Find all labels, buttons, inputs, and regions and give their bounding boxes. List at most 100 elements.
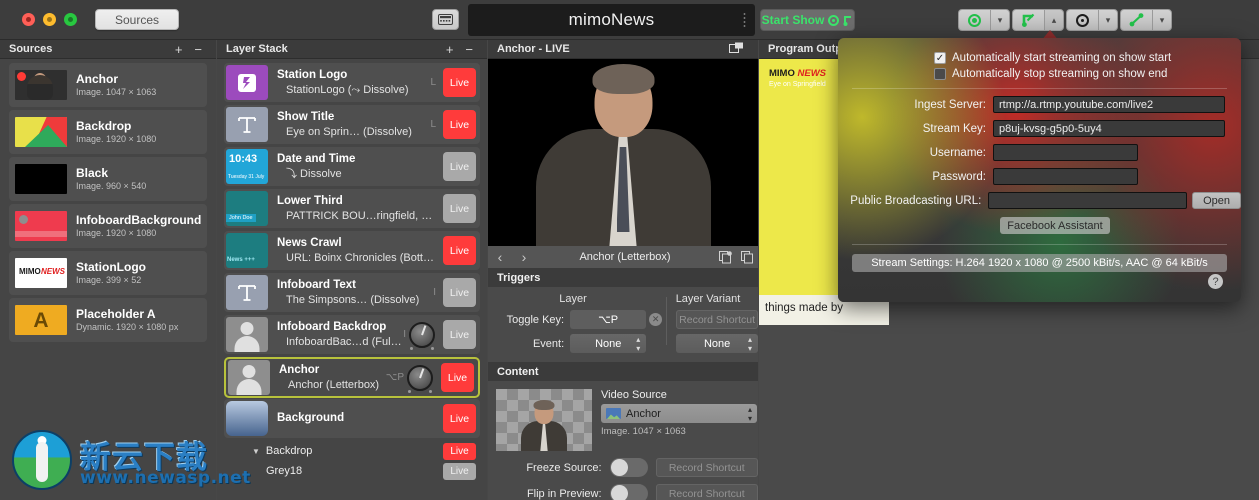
- layer-live-button[interactable]: Live: [443, 236, 476, 265]
- layer-row[interactable]: Show Title Eye on Sprin… (Dissolve) L Live: [224, 105, 480, 144]
- stream-settings-button[interactable]: Stream Settings: H.264 1920 x 1080 @ 250…: [852, 254, 1227, 272]
- layer-live-button[interactable]: Live: [443, 278, 476, 307]
- variant-record-shortcut-button[interactable]: Record Shortcut: [676, 310, 758, 329]
- video-source-meta: Image. 1047 × 1063: [601, 426, 686, 437]
- source-row[interactable]: Backdrop Image. 1920 × 1080: [9, 110, 207, 154]
- flip-preview-toggle[interactable]: [609, 484, 648, 500]
- password-input[interactable]: [993, 168, 1138, 185]
- add-layer-button[interactable]: +: [446, 42, 454, 57]
- layer-row[interactable]: Background Live: [224, 399, 480, 438]
- freeze-record-shortcut-button[interactable]: Record Shortcut: [655, 458, 758, 477]
- stream-button[interactable]: [1012, 9, 1044, 31]
- anchor-inspector-panel: ‹ › Anchor (Letterbox) Triggers Layer La…: [488, 40, 758, 500]
- share-icon: [1129, 13, 1144, 27]
- anchor-header-label: Anchor - LIVE: [497, 43, 570, 55]
- share-dropdown-arrow[interactable]: ▾: [1152, 9, 1172, 31]
- add-source-button[interactable]: +: [175, 42, 183, 57]
- public-url-label: Public Broadcasting URL:: [850, 194, 982, 207]
- layer-row[interactable]: 10:43 Tuesday 31 July Date and Time ⤵ Disso…: [224, 147, 480, 186]
- layer-live-button[interactable]: Live: [443, 404, 476, 433]
- layer-sub-live-button[interactable]: Live: [443, 442, 476, 460]
- minimize-button[interactable]: [43, 13, 56, 26]
- record-button[interactable]: [958, 9, 990, 31]
- start-show-label: Start Show: [761, 13, 825, 27]
- layer-opacity-knob[interactable]: [407, 364, 433, 393]
- ingest-server-input[interactable]: rtmp://a.rtmp.youtube.com/live2: [993, 96, 1225, 113]
- stream-key-input[interactable]: p8uj-kvsg-g5p0-5uy4: [993, 120, 1225, 137]
- sources-toggle-button[interactable]: Sources: [95, 9, 179, 30]
- add-variant-icon[interactable]: [714, 250, 736, 264]
- inspector-body: Triggers Layer Layer Variant Toggle Key:…: [488, 268, 758, 500]
- clear-icon[interactable]: ✕: [649, 313, 663, 326]
- facebook-assistant-button[interactable]: Facebook Assistant: [1000, 217, 1110, 234]
- layer-live-button[interactable]: Live: [443, 152, 476, 181]
- layer-stack-header: Layer Stack + −: [217, 40, 487, 59]
- layer-row[interactable]: Station Logo StationLogo (⤳ Dissolve) L Liv…: [224, 63, 480, 102]
- auto-start-checkbox[interactable]: ✓: [934, 52, 946, 64]
- event-variant-select[interactable]: None ▴ ▾: [676, 334, 758, 353]
- source-details: Image. 399 × 52: [76, 275, 142, 285]
- layer-stack-list[interactable]: Station Logo StationLogo (⤳ Dissolve) L Liv…: [217, 59, 487, 500]
- layer-live-button[interactable]: Live: [443, 320, 476, 349]
- video-source-thumbnail[interactable]: [496, 389, 592, 451]
- source-row[interactable]: Anchor Image. 1047 × 1063: [9, 63, 207, 107]
- anchor-preview[interactable]: [488, 59, 758, 246]
- layer-text: Anchor Anchor (Letterbox): [279, 363, 386, 393]
- record-dropdown-arrow[interactable]: ▾: [990, 9, 1010, 31]
- col-layer-label: Layer: [559, 293, 587, 305]
- share-button[interactable]: [1120, 9, 1152, 31]
- prev-variant-button[interactable]: ‹: [488, 249, 512, 265]
- layer-live-button[interactable]: Live: [441, 363, 474, 392]
- username-input[interactable]: [993, 144, 1138, 161]
- maximize-button[interactable]: [64, 13, 77, 26]
- program-tagline: Eye on Springfield: [769, 81, 826, 88]
- title-grip[interactable]: [743, 12, 746, 28]
- toggle-key-field[interactable]: ⌥P ✕: [570, 310, 663, 329]
- layer-sub-row[interactable]: Grey18 Live: [224, 461, 480, 481]
- source-row[interactable]: InfoboardBackground Image. 1920 × 1080: [9, 204, 207, 248]
- ingest-server-row: Ingest Server: rtmp://a.rtmp.youtube.com…: [838, 96, 1241, 113]
- layer-sub-row[interactable]: ▼ Backdrop Live: [224, 441, 480, 461]
- source-row[interactable]: Black Image. 960 × 540: [9, 157, 207, 201]
- layer-stack-panel: Station Logo StationLogo (⤳ Dissolve) L Liv…: [217, 40, 487, 500]
- output-button[interactable]: [1066, 9, 1098, 31]
- auto-stop-checkbox[interactable]: [934, 68, 946, 80]
- public-url-row: Public Broadcasting URL: Open: [838, 192, 1241, 209]
- freeze-source-toggle[interactable]: [609, 458, 648, 477]
- stream-dropdown-arrow[interactable]: ▴: [1044, 9, 1064, 31]
- layer-thumbnail: News +++: [226, 233, 268, 268]
- expand-caret-icon[interactable]: ▼: [252, 447, 260, 456]
- source-thumbnail: [15, 164, 67, 194]
- layer-row[interactable]: Infoboard Text The Simpsons… (Dissolve) I L…: [224, 273, 480, 312]
- source-row[interactable]: StationLogoImage. 399 × 52: [9, 251, 207, 295]
- help-button[interactable]: ?: [1208, 274, 1223, 289]
- layer-row[interactable]: Infoboard Backdrop InfoboardBac…d (Fullsc…: [224, 315, 480, 354]
- open-button[interactable]: Open: [1192, 192, 1241, 209]
- text-layer-icon: [238, 116, 256, 133]
- next-variant-button[interactable]: ›: [512, 249, 536, 265]
- layer-sub-live-button[interactable]: Live: [443, 462, 476, 480]
- public-url-input[interactable]: [988, 192, 1188, 209]
- output-dropdown-arrow[interactable]: ▾: [1098, 9, 1118, 31]
- layer-live-button[interactable]: Live: [443, 194, 476, 223]
- layer-live-button[interactable]: Live: [443, 110, 476, 139]
- source-name: Anchor: [76, 72, 118, 86]
- start-show-button[interactable]: Start Show: [760, 9, 855, 31]
- remove-source-button[interactable]: −: [194, 42, 202, 57]
- layer-row[interactable]: John Doe Lower Third PATTRICK BOU…ringfiel…: [224, 189, 480, 228]
- layer-row[interactable]: News +++ News Crawl URL: Boinx Chronicles …: [224, 231, 480, 270]
- layer-row-selected[interactable]: Anchor Anchor (Letterbox) ⌥P Live: [224, 357, 480, 398]
- layer-title: Background: [277, 412, 345, 424]
- layer-shortcut: I: [403, 329, 406, 340]
- layer-opacity-knob[interactable]: [409, 321, 435, 350]
- layer-live-button[interactable]: Live: [443, 68, 476, 97]
- video-source-select[interactable]: Anchor ▴ ▾: [601, 404, 757, 423]
- split-view-icon[interactable]: [729, 42, 744, 57]
- duplicate-icon[interactable]: [736, 250, 758, 264]
- source-row[interactable]: A Placeholder A Dynamic. 1920 × 1080 px: [9, 298, 207, 342]
- remove-layer-button[interactable]: −: [465, 42, 473, 57]
- close-button[interactable]: [22, 13, 35, 26]
- flip-record-shortcut-button[interactable]: Record Shortcut: [655, 484, 758, 500]
- event-layer-select[interactable]: None ▴ ▾: [570, 334, 647, 353]
- camera-icon[interactable]: [432, 9, 459, 30]
